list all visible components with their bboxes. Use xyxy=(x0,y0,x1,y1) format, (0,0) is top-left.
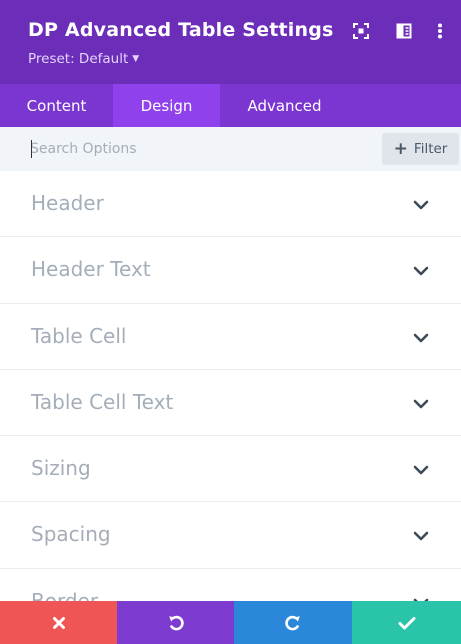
tab-bar: Content Design Advanced xyxy=(0,84,461,127)
undo-button[interactable] xyxy=(117,601,234,644)
section-label: Header Text xyxy=(31,257,151,282)
chevron-down-icon xyxy=(413,399,429,409)
tab-advanced[interactable]: Advanced xyxy=(220,84,349,127)
focus-icon[interactable] xyxy=(352,22,370,40)
action-footer xyxy=(0,601,461,644)
save-check-icon xyxy=(398,616,415,629)
section-header-text[interactable]: Header Text xyxy=(0,237,461,304)
save-button[interactable] xyxy=(352,601,461,644)
caret-down-icon: ▼ xyxy=(132,54,140,64)
section-spacing[interactable]: Spacing xyxy=(0,502,461,569)
settings-sections: Header Header Text Table Cell Table Cell… xyxy=(0,171,461,601)
section-header[interactable]: Header xyxy=(0,171,461,238)
section-table-cell[interactable]: Table Cell xyxy=(0,304,461,370)
chevron-down-icon xyxy=(413,333,429,342)
preset-selector[interactable]: Preset: Default ▼ xyxy=(28,51,139,67)
section-border[interactable]: Border xyxy=(0,569,461,601)
modal-title: DP Advanced Table Settings xyxy=(28,19,334,41)
cancel-icon xyxy=(52,616,65,629)
section-sizing[interactable]: Sizing xyxy=(0,436,461,503)
split-view-icon[interactable] xyxy=(395,22,413,40)
tab-content[interactable]: Content xyxy=(0,84,113,127)
chevron-down-icon xyxy=(413,465,429,475)
section-label: Header xyxy=(31,191,104,215)
chevron-down-icon xyxy=(413,266,429,276)
filter-label: Filter xyxy=(413,141,448,157)
preset-label: Preset: Default xyxy=(28,51,129,67)
plus-icon: + xyxy=(393,138,408,159)
cancel-button[interactable] xyxy=(0,601,117,644)
filter-button[interactable]: + Filter xyxy=(382,133,459,165)
more-options-icon[interactable] xyxy=(431,22,449,40)
text-cursor xyxy=(31,140,32,158)
section-label: Border xyxy=(31,588,99,601)
undo-icon xyxy=(168,615,184,630)
section-table-cell-text[interactable]: Table Cell Text xyxy=(0,370,461,437)
tab-design[interactable]: Design xyxy=(113,84,220,127)
section-label: Table Cell Text xyxy=(31,389,174,414)
section-label: Table Cell xyxy=(31,323,127,348)
chevron-down-icon xyxy=(413,200,429,210)
search-input[interactable] xyxy=(30,135,370,163)
modal-header: DP Advanced Table Settings Preset: Defau… xyxy=(0,0,461,84)
redo-button[interactable] xyxy=(234,601,352,644)
chevron-down-icon xyxy=(413,532,429,541)
section-label: Spacing xyxy=(31,522,111,547)
redo-icon xyxy=(285,615,300,630)
section-label: Sizing xyxy=(31,456,91,481)
search-bar: + Filter xyxy=(0,127,461,171)
